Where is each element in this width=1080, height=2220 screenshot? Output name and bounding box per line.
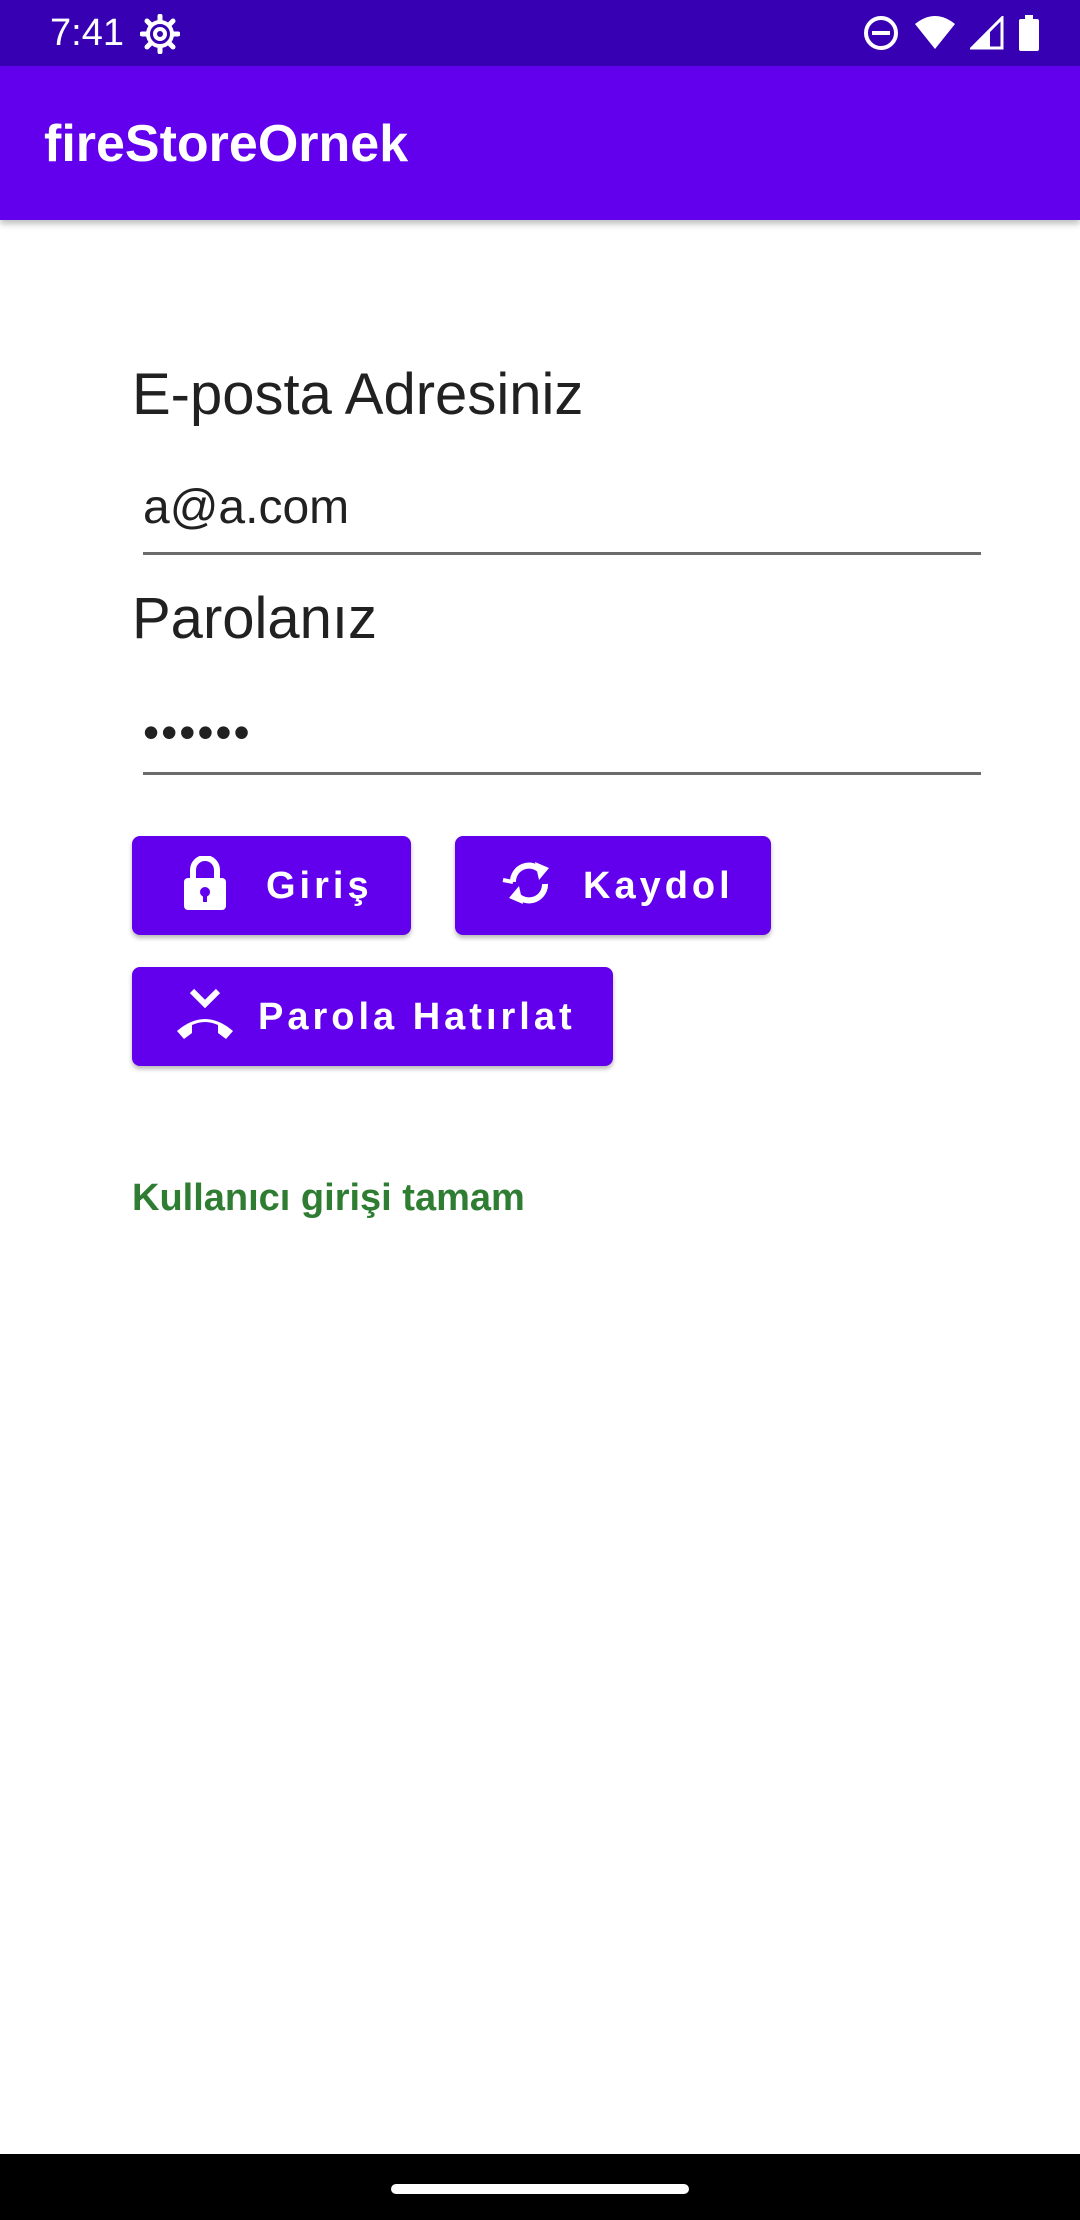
email-field[interactable]: a@a.com	[143, 470, 981, 555]
login-button[interactable]: Giriş	[132, 836, 411, 935]
password-label: Parolanız	[132, 586, 378, 651]
app-title: fireStoreOrnek	[44, 115, 409, 173]
password-value: ••••••	[143, 706, 252, 758]
lock-icon	[182, 855, 228, 915]
call-end-icon	[174, 987, 236, 1046]
battery-icon	[1018, 15, 1040, 51]
sync-icon	[501, 858, 557, 913]
status-icons	[862, 12, 1040, 54]
app-bar: fireStoreOrnek	[0, 66, 1080, 220]
password-field[interactable]: ••••••	[143, 690, 981, 775]
settings-gear-icon	[139, 13, 181, 55]
home-gesture-handle[interactable]	[391, 2184, 689, 2194]
cell-signal-icon	[970, 16, 1004, 50]
navigation-bar	[0, 2154, 1080, 2220]
status-time: 7:41	[50, 12, 124, 54]
wifi-icon	[914, 16, 956, 50]
login-button-label: Giriş	[266, 864, 373, 907]
login-status-message: Kullanıcı girişi tamam	[132, 1177, 525, 1219]
do-not-disturb-icon	[862, 14, 900, 52]
status-bar: 7:41	[0, 0, 1080, 66]
register-button[interactable]: Kaydol	[455, 836, 771, 935]
email-label: E-posta Adresiniz	[132, 362, 584, 427]
register-button-label: Kaydol	[583, 864, 734, 907]
remind-password-button-label: Parola Hatırlat	[258, 995, 576, 1038]
email-value: a@a.com	[143, 481, 350, 534]
remind-password-button[interactable]: Parola Hatırlat	[132, 967, 613, 1066]
